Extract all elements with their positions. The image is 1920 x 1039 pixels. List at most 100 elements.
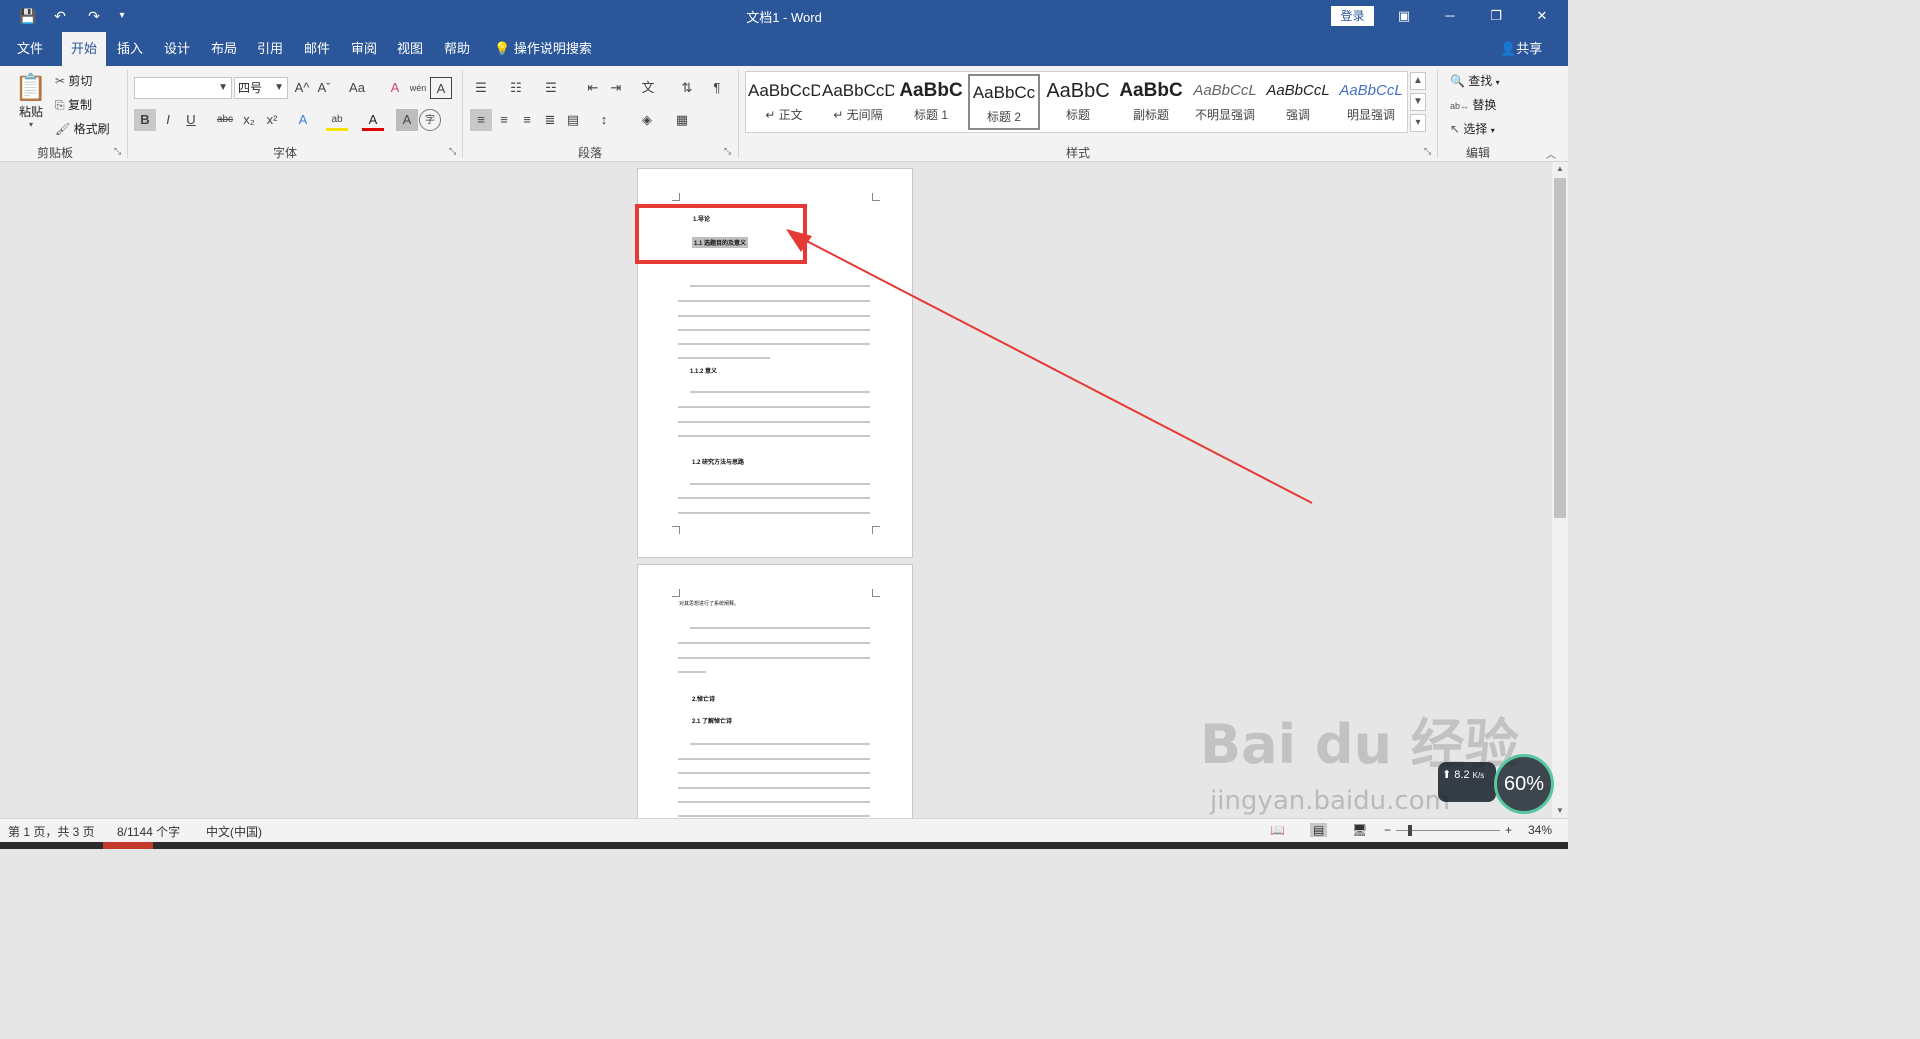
tab-design[interactable]: 设计 <box>157 32 197 66</box>
bold-button[interactable]: B <box>134 109 156 131</box>
clear-formatting-button[interactable]: A <box>384 77 406 99</box>
align-right-icon[interactable]: ≡ <box>516 109 538 131</box>
zoom-level[interactable]: 34% <box>1528 823 1552 837</box>
superscript-button[interactable]: x² <box>261 109 283 131</box>
style-title[interactable]: AaBbC 标题 <box>1042 74 1114 130</box>
find-button[interactable]: 🔍 查找 ▾ <box>1450 72 1500 89</box>
style-heading-2[interactable]: AaBbCc 标题 2 <box>968 74 1040 130</box>
gallery-more-icon[interactable]: ▾ <box>1410 114 1426 132</box>
change-case-button[interactable]: Aa <box>341 77 373 99</box>
chinese-layout-icon[interactable]: 文 <box>637 77 659 99</box>
underline-button[interactable]: U <box>180 109 202 131</box>
scroll-up-icon[interactable]: ▲ <box>1552 162 1568 176</box>
web-layout-icon[interactable]: 🖥 <box>1352 823 1367 837</box>
replace-button[interactable]: ab↔ 替换 <box>1450 96 1496 113</box>
zoom-in-button[interactable]: + <box>1505 823 1512 837</box>
line-spacing-icon[interactable]: ↕ <box>593 109 615 131</box>
subscript-button[interactable]: x₂ <box>238 109 260 131</box>
copy-button[interactable]: ⎘ 复制 <box>55 96 92 113</box>
heading-1[interactable]: 1.导论 <box>693 214 710 223</box>
text-effects-button[interactable]: A <box>292 109 314 131</box>
gallery-scroll-up-icon[interactable]: ▲ <box>1410 72 1426 90</box>
taskbar-active-app[interactable] <box>103 842 153 849</box>
character-shading-button[interactable]: A <box>396 109 418 131</box>
read-mode-icon[interactable]: 📖 <box>1270 823 1285 837</box>
justify-icon[interactable]: ≣ <box>539 109 561 131</box>
sort-icon[interactable]: ⇅ <box>676 77 698 99</box>
login-button[interactable]: 登录 <box>1331 6 1374 26</box>
zoom-slider-thumb[interactable] <box>1407 825 1412 836</box>
tab-insert[interactable]: 插入 <box>110 32 150 66</box>
tab-review[interactable]: 审阅 <box>344 32 384 66</box>
phonetic-guide-button[interactable]: wén <box>407 77 429 99</box>
distributed-icon[interactable]: ▤ <box>562 109 584 131</box>
font-size-combo[interactable]: 四号 ▼ <box>234 77 288 99</box>
word-count[interactable]: 8/1144 个字 <box>117 823 180 840</box>
tab-home[interactable]: 开始 <box>62 32 106 66</box>
language[interactable]: 中文(中国) <box>206 823 262 840</box>
heading-1[interactable]: 2.悼亡诗 <box>692 694 715 703</box>
zoom-out-button[interactable]: − <box>1384 823 1391 837</box>
style-no-spacing[interactable]: AaBbCcD ↵ 无间隔 <box>822 74 894 130</box>
italic-button[interactable]: I <box>157 109 179 131</box>
page-1[interactable]: 1.导论 1.1 选题目的及意义 1.1.2 意义 1.2 研究方法与思路 <box>637 168 913 558</box>
scroll-down-icon[interactable]: ▼ <box>1552 804 1568 818</box>
style-subtitle[interactable]: AaBbC 副标题 <box>1115 74 1187 130</box>
font-color-button[interactable]: A <box>362 109 384 131</box>
borders-icon[interactable]: ▦ <box>671 109 693 131</box>
page-2[interactable]: 对其思想进行了系统阐释。 2.悼亡诗 2.1 了解悼亡诗 <box>637 564 913 818</box>
font-name-combo[interactable]: ▼ <box>134 77 232 99</box>
styles-launcher-icon[interactable]: ⤡ <box>1424 146 1431 157</box>
restore-icon[interactable]: ❐ <box>1476 4 1516 28</box>
ribbon-display-icon[interactable]: ▣ <box>1384 4 1424 28</box>
heading-2-selected[interactable]: 1.1 选题目的及意义 <box>692 237 749 248</box>
heading-4[interactable]: 1.2 研究方法与思路 <box>692 457 744 466</box>
paragraph-text[interactable]: 对其思想进行了系统阐释。 <box>679 600 739 607</box>
align-left-icon[interactable]: ≡ <box>470 109 492 131</box>
bullets-icon[interactable]: ☰ <box>470 77 492 99</box>
tab-mailings[interactable]: 邮件 <box>297 32 337 66</box>
style-emphasis[interactable]: AaBbCcL 强调 <box>1262 74 1334 130</box>
shrink-font-button[interactable]: Aˇ <box>313 77 335 99</box>
shading-icon[interactable]: ◈ <box>636 109 658 131</box>
minimize-icon[interactable]: ─ <box>1430 4 1470 28</box>
tab-help[interactable]: 帮助 <box>437 32 477 66</box>
tell-me-search[interactable]: 💡 操作说明搜索 <box>494 32 592 66</box>
highlight-button[interactable]: ab <box>326 109 348 131</box>
increase-indent-icon[interactable]: ⇥ <box>605 77 627 99</box>
tab-view[interactable]: 视图 <box>390 32 430 66</box>
paragraph-launcher-icon[interactable]: ⤡ <box>724 146 731 157</box>
cut-button[interactable]: ✂ 剪切 <box>55 72 92 89</box>
gallery-scroll-down-icon[interactable]: ▼ <box>1410 93 1426 111</box>
font-launcher-icon[interactable]: ⤡ <box>449 146 456 157</box>
heading-2[interactable]: 2.1 了解悼亡诗 <box>692 716 732 725</box>
decrease-indent-icon[interactable]: ⇤ <box>582 77 604 99</box>
format-painter-button[interactable]: 🖌 格式刷 <box>55 120 110 137</box>
style-intense-emphasis[interactable]: AaBbCcL 明显强调 <box>1335 74 1407 130</box>
character-border-button[interactable]: A <box>430 77 452 99</box>
page-count[interactable]: 第 1 页，共 3 页 <box>8 823 95 840</box>
strikethrough-button[interactable]: abc <box>214 109 236 131</box>
style-subtle-emphasis[interactable]: AaBbCcL 不明显强调 <box>1189 74 1261 130</box>
grow-font-button[interactable]: A^ <box>291 77 313 99</box>
scroll-thumb[interactable] <box>1554 178 1566 518</box>
multilevel-list-icon[interactable]: ☲ <box>540 77 562 99</box>
align-center-icon[interactable]: ≡ <box>493 109 515 131</box>
numbering-icon[interactable]: ☷ <box>505 77 527 99</box>
close-icon[interactable]: ✕ <box>1522 4 1562 28</box>
collapse-ribbon-icon[interactable]: ︿ <box>1546 146 1556 161</box>
vertical-scrollbar[interactable]: ▲ ▼ <box>1552 162 1568 818</box>
tab-file[interactable]: 文件 <box>8 32 52 66</box>
paste-button[interactable]: 📋 粘贴 ▾ <box>14 72 48 132</box>
heading-3[interactable]: 1.1.2 意义 <box>690 366 717 375</box>
print-layout-icon[interactable]: ▤ <box>1310 823 1328 837</box>
enclose-characters-button[interactable]: 字 <box>419 109 441 131</box>
show-marks-icon[interactable]: ¶ <box>706 77 728 99</box>
style-heading-1[interactable]: AaBbC 标题 1 <box>895 74 967 130</box>
select-button[interactable]: ↖ 选择 ▾ <box>1450 120 1495 137</box>
share-button[interactable]: 👤共享 <box>1500 32 1542 66</box>
tab-references[interactable]: 引用 <box>250 32 290 66</box>
style-normal[interactable]: AaBbCcD ↵ 正文 <box>748 74 820 130</box>
clipboard-launcher-icon[interactable]: ⤡ <box>114 146 121 157</box>
tab-layout[interactable]: 布局 <box>204 32 244 66</box>
